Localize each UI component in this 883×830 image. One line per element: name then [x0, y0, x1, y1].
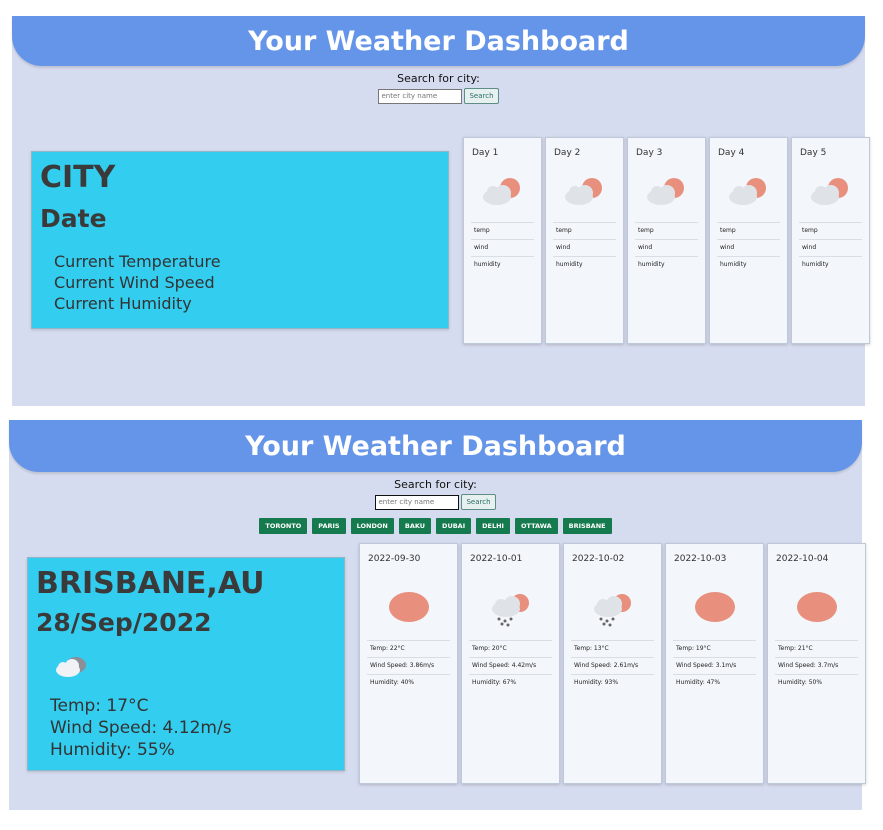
history-button-ottawa[interactable]: OTTAWA [514, 518, 558, 534]
forecast-wind: Wind Speed: 3.86m/s [367, 657, 450, 674]
forecast-wind: wind [553, 239, 616, 256]
forecast-wind: wind [799, 239, 862, 256]
forecast-temp: Temp: 22°C [367, 640, 450, 657]
forecast-wind: wind [635, 239, 698, 256]
page-title: Your Weather Dashboard [248, 25, 629, 57]
forecast-temp: temp [717, 222, 780, 239]
forecast-wind: Wind Speed: 2.61m/s [571, 657, 654, 674]
search-button[interactable]: Search [464, 88, 499, 104]
partly-cloudy-icon [563, 175, 607, 211]
history-button-brisbane[interactable]: BRISBANE [562, 518, 612, 534]
forecast-day: Day 5 [800, 148, 827, 158]
forecast-temp: temp [635, 222, 698, 239]
forecast-humidity: Humidity: 47% [673, 674, 756, 691]
sun-icon [694, 591, 736, 627]
history-button-paris[interactable]: PARIS [312, 518, 346, 534]
city-search-input[interactable] [375, 494, 460, 510]
forecast-card: 2022-10-04 Temp: 21°C Wind Speed: 3.7m/s… [767, 543, 866, 784]
forecast-wind: wind [717, 239, 780, 256]
forecast-humidity: humidity [471, 256, 534, 273]
forecast-list: Day 1 temp wind humidity Day 2 temp wind… [463, 137, 870, 344]
cloudy-icon [54, 654, 90, 684]
forecast-list: 2022-09-30 Temp: 22°C Wind Speed: 3.86m/… [359, 543, 866, 784]
forecast-date: 2022-10-01 [470, 554, 523, 564]
snow-icon [590, 591, 636, 631]
current-wind: Wind Speed: 4.12m/s [50, 718, 232, 738]
current-weather-card: CITY Date Current Temperature Current Wi… [31, 151, 449, 329]
forecast-card: 2022-10-03 Temp: 19°C Wind Speed: 3.1m/s… [665, 543, 764, 784]
forecast-temp: Temp: 21°C [775, 640, 858, 657]
current-temp: Temp: 17°C [50, 696, 149, 716]
current-humidity: Humidity: 55% [50, 740, 175, 760]
partly-cloudy-icon [809, 175, 853, 211]
forecast-humidity: humidity [717, 256, 780, 273]
history-button-dubai[interactable]: DUBAI [436, 518, 472, 534]
search-button[interactable]: Search [461, 494, 496, 510]
forecast-wind: wind [471, 239, 534, 256]
forecast-date: 2022-10-02 [572, 554, 625, 564]
forecast-temp: Temp: 13°C [571, 640, 654, 657]
forecast-day: Day 2 [554, 148, 581, 158]
history-button-toronto[interactable]: TORONTO [259, 518, 308, 534]
current-humidity: Current Humidity [54, 294, 192, 313]
forecast-date: 2022-09-30 [368, 554, 421, 564]
forecast-card: Day 1 temp wind humidity [463, 137, 542, 344]
sun-icon [796, 591, 838, 627]
current-wind: Current Wind Speed [54, 273, 215, 292]
forecast-humidity: humidity [635, 256, 698, 273]
search-form: Search for city: Search [12, 72, 865, 104]
forecast-card: Day 4 temp wind humidity [709, 137, 788, 344]
history-button-london[interactable]: LONDON [350, 518, 394, 534]
current-date: Date [40, 204, 107, 233]
forecast-card: Day 5 temp wind humidity [791, 137, 870, 344]
forecast-card: 2022-10-02 Temp: 13°C Wind Speed: 2.61m/… [563, 543, 662, 784]
forecast-humidity: humidity [553, 256, 616, 273]
dashboard-empty-state: Your Weather Dashboard Search for city: … [12, 16, 870, 406]
forecast-humidity: Humidity: 93% [571, 674, 654, 691]
sun-icon [388, 591, 430, 627]
snow-icon [488, 591, 534, 631]
forecast-humidity: Humidity: 67% [469, 674, 552, 691]
search-label: Search for city: [397, 72, 480, 85]
current-city: BRISBANE,AU [36, 566, 265, 601]
history-button-delhi[interactable]: DELHI [476, 518, 510, 534]
forecast-temp: temp [553, 222, 616, 239]
forecast-humidity: humidity [799, 256, 862, 273]
partly-cloudy-icon [727, 175, 771, 211]
forecast-card: Day 2 temp wind humidity [545, 137, 624, 344]
forecast-wind: Wind Speed: 4.42m/s [469, 657, 552, 674]
current-date: 28/Sep/2022 [36, 608, 212, 637]
current-temp: Current Temperature [54, 252, 221, 271]
forecast-wind: Wind Speed: 3.7m/s [775, 657, 858, 674]
forecast-date: 2022-10-04 [776, 554, 829, 564]
forecast-humidity: Humidity: 40% [367, 674, 450, 691]
search-form: Search for city: Search [9, 478, 862, 510]
forecast-date: 2022-10-03 [674, 554, 727, 564]
forecast-temp: Temp: 19°C [673, 640, 756, 657]
forecast-temp: Temp: 20°C [469, 640, 552, 657]
forecast-card: 2022-10-01 Temp: 20°C Wind Speed: 4.42m/… [461, 543, 560, 784]
forecast-temp: temp [471, 222, 534, 239]
search-history: TORONTO PARIS LONDON BAKU DUBAI DELHI OT… [9, 518, 862, 534]
forecast-card: 2022-09-30 Temp: 22°C Wind Speed: 3.86m/… [359, 543, 458, 784]
current-weather-card: BRISBANE,AU 28/Sep/2022 Temp: 17°C Wind … [27, 557, 345, 771]
history-button-baku[interactable]: BAKU [398, 518, 432, 534]
current-city: CITY [40, 160, 116, 195]
forecast-temp: temp [799, 222, 862, 239]
forecast-day: Day 4 [718, 148, 745, 158]
forecast-wind: Wind Speed: 3.1m/s [673, 657, 756, 674]
dashboard-results-state: Your Weather Dashboard Search for city: … [9, 420, 866, 810]
forecast-humidity: Humidity: 50% [775, 674, 858, 691]
city-search-input[interactable] [378, 88, 463, 104]
partly-cloudy-icon [645, 175, 689, 211]
search-label: Search for city: [394, 478, 477, 491]
page-title: Your Weather Dashboard [245, 430, 626, 462]
header: Your Weather Dashboard [9, 420, 862, 472]
forecast-day: Day 3 [636, 148, 663, 158]
forecast-day: Day 1 [472, 148, 499, 158]
partly-cloudy-icon [481, 175, 525, 211]
forecast-card: Day 3 temp wind humidity [627, 137, 706, 344]
header: Your Weather Dashboard [12, 16, 865, 66]
